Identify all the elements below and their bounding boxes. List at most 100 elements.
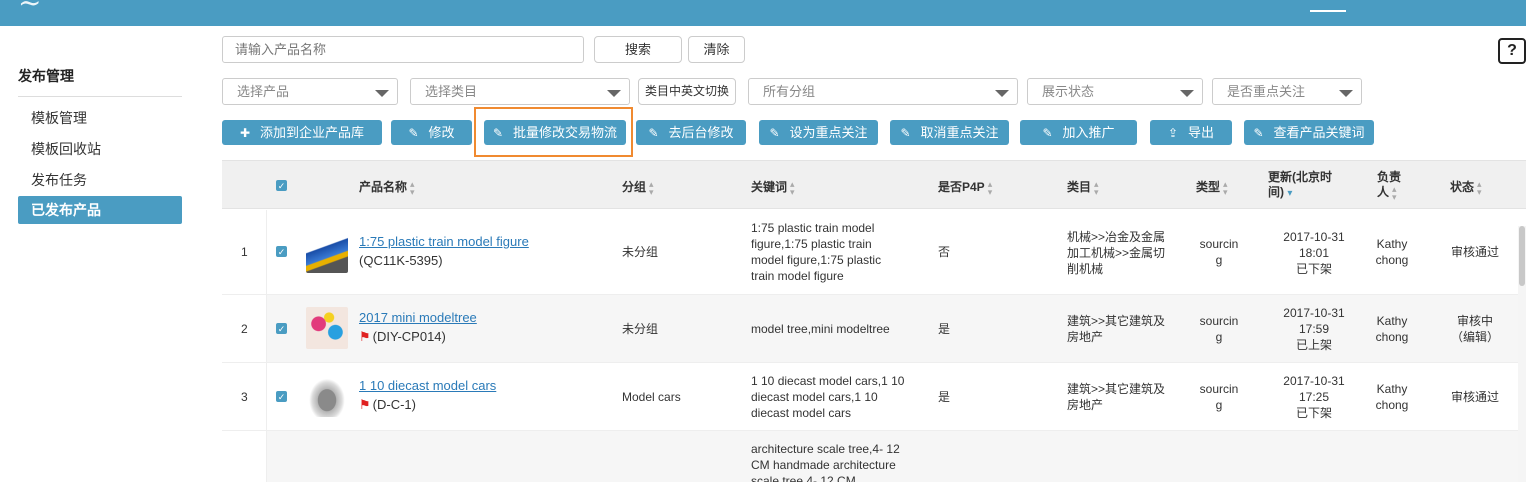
display-status-dropdown[interactable]: 展示状态 — [1027, 78, 1203, 105]
product-name-cell: 1 10 diecast model cars ⚑ (D-C-1) — [359, 378, 496, 413]
sort-icon: ▴ ▾ — [410, 178, 415, 197]
main-content: 请输入产品名称 搜索 清除 ? 选择产品 选择类目 类目中英文切换 所有分组 展… — [202, 26, 1526, 482]
top-nav-item-active[interactable] — [1310, 0, 1346, 12]
p4p-cell: 否 — [938, 245, 951, 259]
product-name-link[interactable]: 2017 mini modeltree — [359, 310, 477, 325]
pencil-icon: ✎ — [648, 126, 659, 140]
sort-icon: ▴ ▾ — [1477, 178, 1482, 197]
header-type[interactable]: 类型 ▴ ▾ — [1196, 178, 1228, 196]
search-button[interactable]: 搜索 — [594, 36, 682, 63]
product-thumbnail[interactable] — [306, 375, 348, 417]
type-cell: sourcin g — [1199, 237, 1239, 267]
category-cell: 建筑>>其它建筑及 房地产 — [1067, 382, 1166, 412]
logo: ~ — [18, 0, 42, 19]
focus-value: 是否重点关注 — [1227, 84, 1306, 99]
top-nav-item[interactable] — [1418, 0, 1454, 12]
category-cell: 机械>>冶金及金属 加工机械>>金属切 削机械 — [1067, 230, 1166, 276]
chevron-down-icon — [607, 90, 621, 97]
top-nav-item[interactable] — [1094, 0, 1130, 12]
select-category-dropdown[interactable]: 选择类目 — [410, 78, 630, 105]
product-name-link[interactable]: 1:75 plastic train model figure — [359, 234, 529, 249]
top-navbar: ~ — [0, 0, 1526, 26]
group-cell: 未分组 — [622, 322, 659, 336]
display-status-value: 展示状态 — [1042, 84, 1095, 99]
pencil-icon: ✎ — [900, 126, 911, 140]
cancel-focus-button[interactable]: ✎ 取消重点关注 — [890, 120, 1009, 145]
scrollbar-thumb[interactable] — [1519, 226, 1525, 286]
sort-icon: ▴ ▾ — [790, 178, 795, 197]
product-name-link[interactable]: 1 10 diecast model cars — [359, 378, 496, 393]
p4p-cell: 是 — [938, 390, 951, 404]
sidebar-item-published-products[interactable]: 已发布产品 — [18, 196, 182, 224]
top-nav — [986, 0, 1526, 12]
view-product-keywords-button[interactable]: ✎ 查看产品关键词 — [1244, 120, 1374, 145]
table-row[interactable]: architecture scale tree,4- 12 CM handmade… — [222, 431, 1526, 482]
scrollbar[interactable] — [1518, 226, 1526, 482]
header-owner[interactable]: 负责人 ▴ ▾ — [1377, 170, 1401, 202]
clear-button[interactable]: 清除 — [688, 36, 745, 63]
category-cell: 建筑>>其它建筑及 房地产 — [1067, 314, 1166, 344]
header-group[interactable]: 分组 ▴ ▾ — [622, 178, 654, 196]
product-name-cell: 1:75 plastic train model figure (QC11K-5… — [359, 234, 529, 268]
help-icon[interactable]: ? — [1498, 38, 1526, 64]
table-header: ✓ 产品名称 ▴ ▾ 分组 ▴ ▾ 关键词 ▴ ▾ 是否P4P ▴ ▾ 类目 ▴ ▾ 类型 ▴ ▾ 更新… — [222, 160, 1526, 209]
header-product-name[interactable]: 产品名称 ▴ ▾ — [359, 178, 415, 196]
select-product-dropdown[interactable]: 选择产品 — [222, 78, 398, 105]
set-focus-button[interactable]: ✎ 设为重点关注 — [759, 120, 878, 145]
category-language-toggle-button[interactable]: 类目中英文切换 — [638, 78, 736, 105]
status-cell: 审核通过 — [1450, 390, 1499, 404]
top-nav-item[interactable] — [1202, 0, 1238, 12]
pencil-icon: ✎ — [1042, 126, 1053, 140]
product-thumbnail[interactable] — [306, 307, 348, 349]
table-row[interactable]: 1 ✓ 1:75 plastic train model figure (QC1… — [222, 210, 1526, 295]
product-code: (QC11K-5395) — [359, 253, 443, 268]
keywords-cell: 1 10 diecast model cars,1 10 diecast mode… — [751, 374, 905, 420]
pencil-icon: ✎ — [1253, 126, 1264, 140]
select-all-checkbox[interactable]: ✓ — [276, 180, 287, 191]
group-value: 所有分组 — [763, 84, 816, 99]
sidebar-item-template-recycle[interactable]: 模板回收站 — [18, 135, 182, 163]
edit-in-backend-button[interactable]: ✎ 去后台修改 — [636, 120, 746, 145]
header-p4p[interactable]: 是否P4P ▴ ▾ — [938, 178, 992, 196]
pencil-icon: ✎ — [408, 126, 419, 140]
header-status[interactable]: 状态 ▴ ▾ — [1450, 178, 1482, 196]
sort-icon: ▴ ▾ — [1094, 178, 1099, 197]
sort-icon: ▴ ▾ — [1392, 184, 1397, 202]
product-name-search-input[interactable]: 请输入产品名称 — [222, 36, 584, 63]
select-category-value: 选择类目 — [425, 84, 478, 99]
product-name-cell: 2017 mini modeltree ⚑ (DIY-CP014) — [359, 310, 477, 345]
owner-cell: Kathy chong — [1375, 382, 1409, 412]
sidebar-divider — [18, 96, 182, 97]
header-category[interactable]: 类目 ▴ ▾ — [1067, 178, 1099, 196]
owner-cell: Kathy chong — [1375, 237, 1409, 267]
top-nav-item[interactable] — [986, 0, 1022, 12]
flag-icon: ⚑ — [359, 329, 371, 344]
header-updated[interactable]: 更新(北京时 间) ▾ — [1268, 170, 1332, 201]
chevron-down-icon — [1339, 90, 1353, 97]
export-button[interactable]: ⇪ 导出 — [1150, 120, 1232, 145]
add-to-enterprise-library-button[interactable]: ✚ 添加到企业产品库 — [222, 120, 382, 145]
pencil-icon: ✎ — [769, 126, 780, 140]
row-number-cell — [222, 431, 267, 482]
p4p-cell: 是 — [938, 322, 951, 336]
sidebar-item-template-manage[interactable]: 模板管理 — [18, 104, 182, 132]
updated-cell: 2017-10-31 18:01 已下架 — [1283, 230, 1345, 276]
chevron-down-icon — [995, 90, 1009, 97]
status-cell: 审核通过 — [1450, 245, 1499, 259]
updated-cell: 2017-10-31 17:59 已上架 — [1283, 306, 1345, 352]
product-code: (D-C-1) — [372, 397, 416, 412]
row-checkbox[interactable]: ✓ — [276, 323, 287, 334]
table-row[interactable]: 3 ✓ 1 10 diecast model cars ⚑ (D-C-1) Mod… — [222, 363, 1526, 431]
row-checkbox[interactable]: ✓ — [276, 246, 287, 257]
edit-button[interactable]: ✎ 修改 — [391, 120, 472, 145]
table-row[interactable]: 2 ✓ 2017 mini modeltree ⚑ (DIY-CP014) 未分组… — [222, 295, 1526, 363]
product-thumbnail[interactable] — [306, 231, 348, 273]
owner-cell: Kathy chong — [1375, 314, 1409, 344]
sort-desc-icon: ▾ — [1287, 188, 1293, 199]
row-checkbox[interactable]: ✓ — [276, 391, 287, 402]
focus-dropdown[interactable]: 是否重点关注 — [1212, 78, 1362, 105]
group-dropdown[interactable]: 所有分组 — [748, 78, 1018, 105]
header-keywords[interactable]: 关键词 ▴ ▾ — [751, 178, 795, 196]
sidebar-item-publish-task[interactable]: 发布任务 — [18, 166, 182, 194]
add-to-promotion-button[interactable]: ✎ 加入推广 — [1020, 120, 1137, 145]
